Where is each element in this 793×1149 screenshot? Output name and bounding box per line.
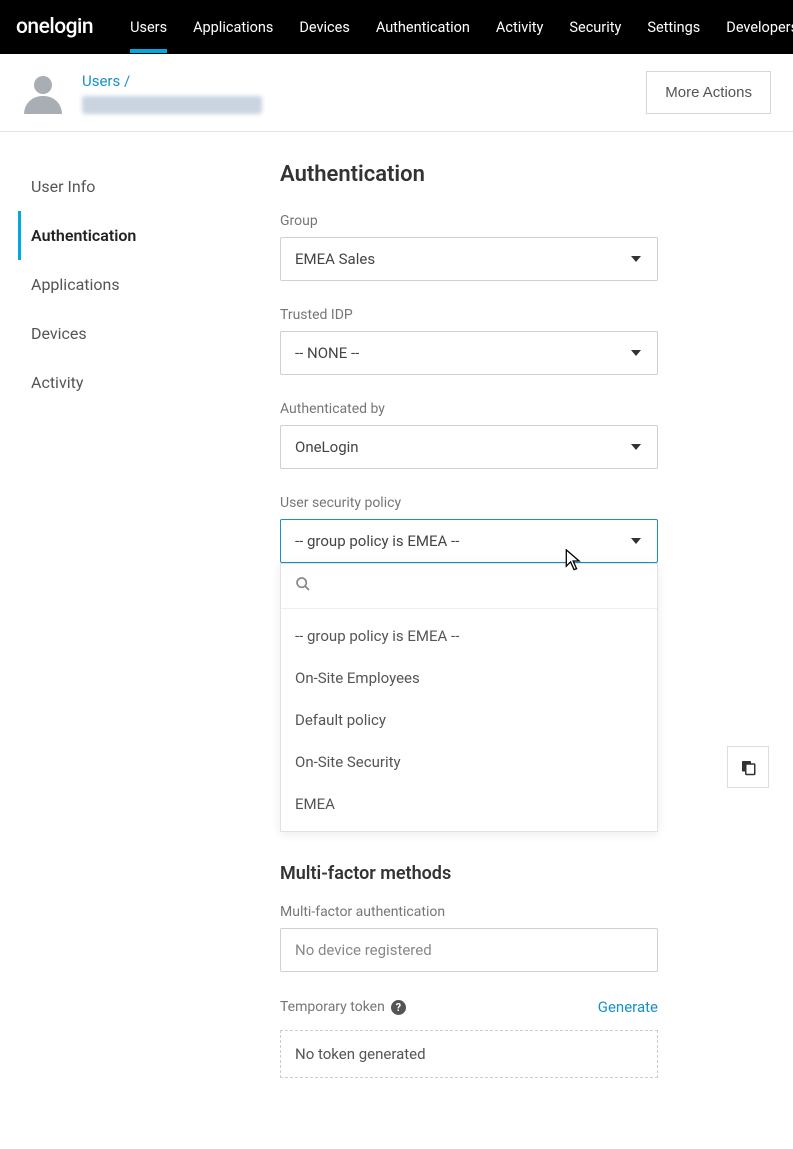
label-authenticated-by: Authenticated by <box>280 401 773 417</box>
sidebar: User Info Authentication Applications De… <box>0 162 280 1118</box>
select-authenticated-by[interactable]: OneLogin <box>280 425 658 469</box>
sidebar-item-applications[interactable]: Applications <box>18 260 260 309</box>
sidebar-item-devices[interactable]: Devices <box>18 309 260 358</box>
label-group: Group <box>280 213 773 229</box>
main-panel: Authentication Group EMEA Sales Trusted … <box>280 162 793 1118</box>
dropdown-option[interactable]: -- group policy is EMEA -- <box>281 615 657 657</box>
topnav-users[interactable]: Users <box>117 2 180 53</box>
dropdown-user-security-policy: -- group policy is EMEA -- On-Site Emplo… <box>280 563 658 832</box>
copy-icon <box>739 758 757 776</box>
select-group[interactable]: EMEA Sales <box>280 237 658 281</box>
mouse-cursor-icon <box>564 549 584 573</box>
search-icon <box>295 576 311 592</box>
caret-down-icon <box>631 538 641 544</box>
topnav-security[interactable]: Security <box>556 2 634 53</box>
mfa-title: Multi-factor methods <box>280 863 773 884</box>
field-mfa: Multi-factor authentication No device re… <box>280 904 773 972</box>
breadcrumb: Users / <box>82 71 646 114</box>
select-authenticated-by-value: OneLogin <box>295 438 359 456</box>
token-label: Temporary token ? <box>280 999 406 1015</box>
content: User Info Authentication Applications De… <box>0 132 793 1118</box>
sidebar-item-authentication[interactable]: Authentication <box>18 211 260 260</box>
caret-down-icon <box>631 350 641 356</box>
sidebar-item-activity[interactable]: Activity <box>18 358 260 407</box>
top-navigation: onelogin Users Applications Devices Auth… <box>0 0 793 54</box>
caret-down-icon <box>631 444 641 450</box>
select-user-security-policy-value: -- group policy is EMEA -- <box>295 532 459 550</box>
brand-logo: onelogin <box>16 15 93 39</box>
select-group-value: EMEA Sales <box>295 250 375 268</box>
token-row: Temporary token ? Generate <box>280 998 658 1016</box>
breadcrumb-parent[interactable]: Users / <box>82 72 130 90</box>
dropdown-option[interactable]: On-Site Security <box>281 741 657 783</box>
mfa-value: No device registered <box>280 928 658 972</box>
caret-down-icon <box>631 256 641 262</box>
dropdown-search[interactable] <box>281 564 657 609</box>
topnav-devices[interactable]: Devices <box>286 2 362 53</box>
label-mfa: Multi-factor authentication <box>280 904 773 920</box>
topnav-items: Users Applications Devices Authenticatio… <box>117 2 793 53</box>
select-trusted-idp-value: -- NONE -- <box>295 344 359 362</box>
select-trusted-idp[interactable]: -- NONE -- <box>280 331 658 375</box>
label-user-security-policy: User security policy <box>280 495 773 511</box>
topnav-applications[interactable]: Applications <box>180 2 286 53</box>
token-status: No token generated <box>280 1030 658 1078</box>
field-authenticated-by: Authenticated by OneLogin <box>280 401 773 469</box>
field-user-security-policy: User security policy -- group policy is … <box>280 495 773 563</box>
user-name-redacted <box>82 96 262 114</box>
page-title: Authentication <box>280 162 773 187</box>
topnav-developers[interactable]: Developers <box>713 2 793 53</box>
generate-link[interactable]: Generate <box>598 998 658 1016</box>
label-trusted-idp: Trusted IDP <box>280 307 773 323</box>
more-actions-button[interactable]: More Actions <box>646 71 771 114</box>
topnav-settings[interactable]: Settings <box>634 2 713 53</box>
field-trusted-idp: Trusted IDP -- NONE -- <box>280 307 773 375</box>
copy-button[interactable] <box>727 746 769 788</box>
help-icon[interactable]: ? <box>391 1000 406 1015</box>
dropdown-option[interactable]: Default policy <box>281 699 657 741</box>
dropdown-option[interactable]: EMEA <box>281 783 657 825</box>
topnav-authentication[interactable]: Authentication <box>363 2 483 53</box>
field-group: Group EMEA Sales <box>280 213 773 281</box>
dropdown-option[interactable]: On-Site Employees <box>281 657 657 699</box>
sidebar-item-user-info[interactable]: User Info <box>18 162 260 211</box>
avatar <box>22 72 64 114</box>
topnav-activity[interactable]: Activity <box>483 2 556 53</box>
subheader: Users / More Actions <box>0 54 793 132</box>
dropdown-list: -- group policy is EMEA -- On-Site Emplo… <box>281 609 657 831</box>
select-user-security-policy[interactable]: -- group policy is EMEA -- <box>280 519 658 563</box>
